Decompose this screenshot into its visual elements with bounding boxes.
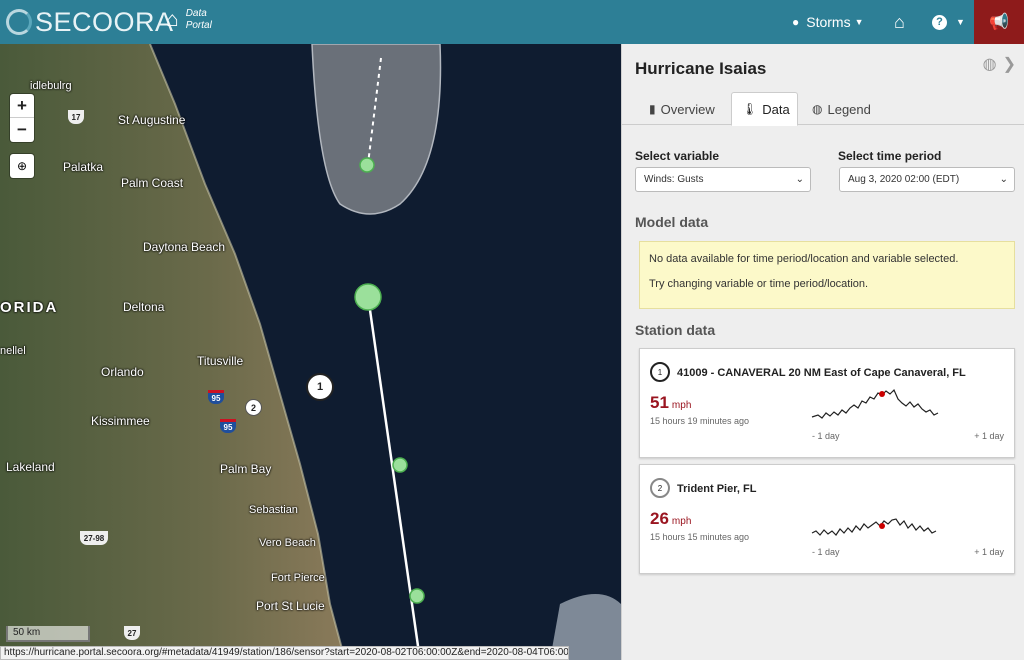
link-status-bar: https://hurricane.portal.secoora.org/#me… <box>0 646 569 660</box>
forecast-point[interactable] <box>359 157 375 173</box>
home-icon: ⌂ <box>166 8 179 31</box>
model-data-heading: Model data <box>635 214 709 230</box>
station-marker[interactable]: 1 <box>306 373 334 401</box>
axis-end-label: + 1 day <box>974 431 1004 441</box>
data-portal-home-link[interactable]: ⌂ Data Portal <box>166 8 226 32</box>
city-label: Kissimmee <box>91 414 150 428</box>
zoom-in-button[interactable]: + <box>10 94 34 118</box>
city-label: Palm Bay <box>220 462 272 476</box>
station-timestamp: 15 hours 19 minutes ago <box>650 416 750 426</box>
globe-icon[interactable]: ◍ <box>983 54 997 74</box>
magnify-icon: ⊕ <box>16 159 28 173</box>
station-number-badge: 2 <box>650 478 670 498</box>
chevron-down-icon: ▼ <box>956 17 965 27</box>
city-label: St Augustine <box>118 113 186 127</box>
highway-shield: 27 <box>124 626 140 640</box>
station-card[interactable]: 1 41009 - CANAVERAL 20 NM East of Cape C… <box>639 348 1015 458</box>
city-label: nellel <box>0 345 26 357</box>
map-scale: 50 km <box>6 626 90 642</box>
city-label: Daytona Beach <box>143 240 226 254</box>
city-label: Fort Pierce <box>271 572 325 584</box>
time-period-select[interactable]: Aug 3, 2020 02:00 (EDT) ⌄ <box>839 167 1015 192</box>
interstate-shield: 95 <box>220 419 236 433</box>
storm-info-panel: Hurricane Isaias ◍ ❯ ▮ Overview 🌡 Data ◍… <box>621 44 1024 660</box>
station-value: 51 mph <box>650 393 692 412</box>
station-sparkline[interactable] <box>810 495 940 545</box>
storm-map[interactable]: + − ⊕ idlebulrg St Augustine Palatka Pal… <box>0 44 621 660</box>
secoora-logo[interactable]: SECOORA <box>6 6 174 38</box>
station-sparkline[interactable] <box>810 379 940 429</box>
station-timestamp: 15 hours 15 minutes ago <box>650 532 750 542</box>
tab-overview[interactable]: ▮ Overview <box>639 92 725 126</box>
city-label: Titusville <box>197 354 244 368</box>
station-card[interactable]: 2 Trident Pier, FL 26 mph 15 hours 15 min… <box>639 464 1015 574</box>
storms-dropdown[interactable]: ● Storms ▼ <box>792 0 864 44</box>
city-label: Deltona <box>123 300 165 314</box>
storm-position-current[interactable] <box>354 283 382 311</box>
secoora-logo-mark <box>6 9 32 35</box>
city-label: Port St Lucie <box>256 599 325 613</box>
station-value: 26 mph <box>650 509 692 528</box>
bar-chart-icon: ▮ <box>649 102 656 116</box>
city-label: idlebulrg <box>30 80 72 92</box>
storms-label: Storms <box>806 14 851 30</box>
hurricane-icon: ● <box>792 15 800 29</box>
no-data-notice: No data available for time period/locati… <box>639 241 1015 309</box>
megaphone-icon: 📢 <box>989 14 1009 31</box>
station-data-heading: Station data <box>635 322 716 338</box>
chevron-down-icon: ▼ <box>854 17 864 27</box>
station-marker[interactable]: 2 <box>245 399 262 416</box>
panel-title: Hurricane Isaias <box>635 59 767 78</box>
logo-text: SECOORA <box>35 6 174 37</box>
city-label: Lakeland <box>6 460 55 474</box>
zoom-to-extent-button[interactable]: ⊕ <box>10 154 34 178</box>
globe-icon: ◍ <box>812 102 823 116</box>
question-icon: ? <box>932 14 947 30</box>
axis-end-label: + 1 day <box>974 547 1004 557</box>
data-portal-label: Data Portal <box>185 8 212 31</box>
select-period-label: Select time period <box>838 149 942 163</box>
city-label: Vero Beach <box>259 537 316 549</box>
region-label: ORIDA <box>0 299 59 316</box>
city-label: Sebastian <box>249 504 298 516</box>
station-number-badge: 1 <box>650 362 670 382</box>
city-label: Palm Coast <box>121 176 184 190</box>
panel-controls: ◍ ❯ <box>983 54 1016 74</box>
storm-track-point[interactable] <box>392 457 408 473</box>
city-label: Palatka <box>63 160 104 174</box>
zoom-out-button[interactable]: − <box>10 118 34 142</box>
chevron-down-icon: ⌄ <box>999 174 1008 185</box>
tab-data[interactable]: 🌡 Data <box>731 92 798 126</box>
chevron-right-icon[interactable]: ❯ <box>1003 54 1016 74</box>
storm-track-point[interactable] <box>409 588 425 604</box>
axis-start-label: - 1 day <box>812 547 840 557</box>
interstate-shield: 95 <box>208 390 224 404</box>
tab-legend[interactable]: ◍ Legend <box>802 92 881 126</box>
zoom-control: + − <box>10 94 34 142</box>
highway-shield: 27-98 <box>80 531 108 545</box>
highway-shield: 17 <box>68 110 84 124</box>
announcement-button[interactable]: 📢 <box>974 0 1024 44</box>
select-variable-label: Select variable <box>635 149 720 163</box>
axis-start-label: - 1 day <box>812 431 840 441</box>
thermometer-icon: 🌡 <box>742 102 758 116</box>
station-title[interactable]: Trident Pier, FL <box>677 483 756 495</box>
chevron-down-icon: ⌄ <box>795 174 804 185</box>
map-background <box>0 44 621 660</box>
home-button[interactable]: ⌂ <box>894 0 905 44</box>
help-dropdown[interactable]: ? ▼ <box>932 0 965 44</box>
city-label: Orlando <box>101 365 144 379</box>
top-navbar: SECOORA ⌂ Data Portal ● Storms ▼ ⌂ ? ▼ 📢 <box>0 0 1024 44</box>
home-icon: ⌂ <box>894 11 905 32</box>
station-title[interactable]: 41009 - CANAVERAL 20 NM East of Cape Can… <box>677 367 966 379</box>
panel-tabs: ▮ Overview 🌡 Data ◍ Legend <box>622 90 1024 126</box>
variable-select[interactable]: Winds: Gusts ⌄ <box>635 167 811 192</box>
